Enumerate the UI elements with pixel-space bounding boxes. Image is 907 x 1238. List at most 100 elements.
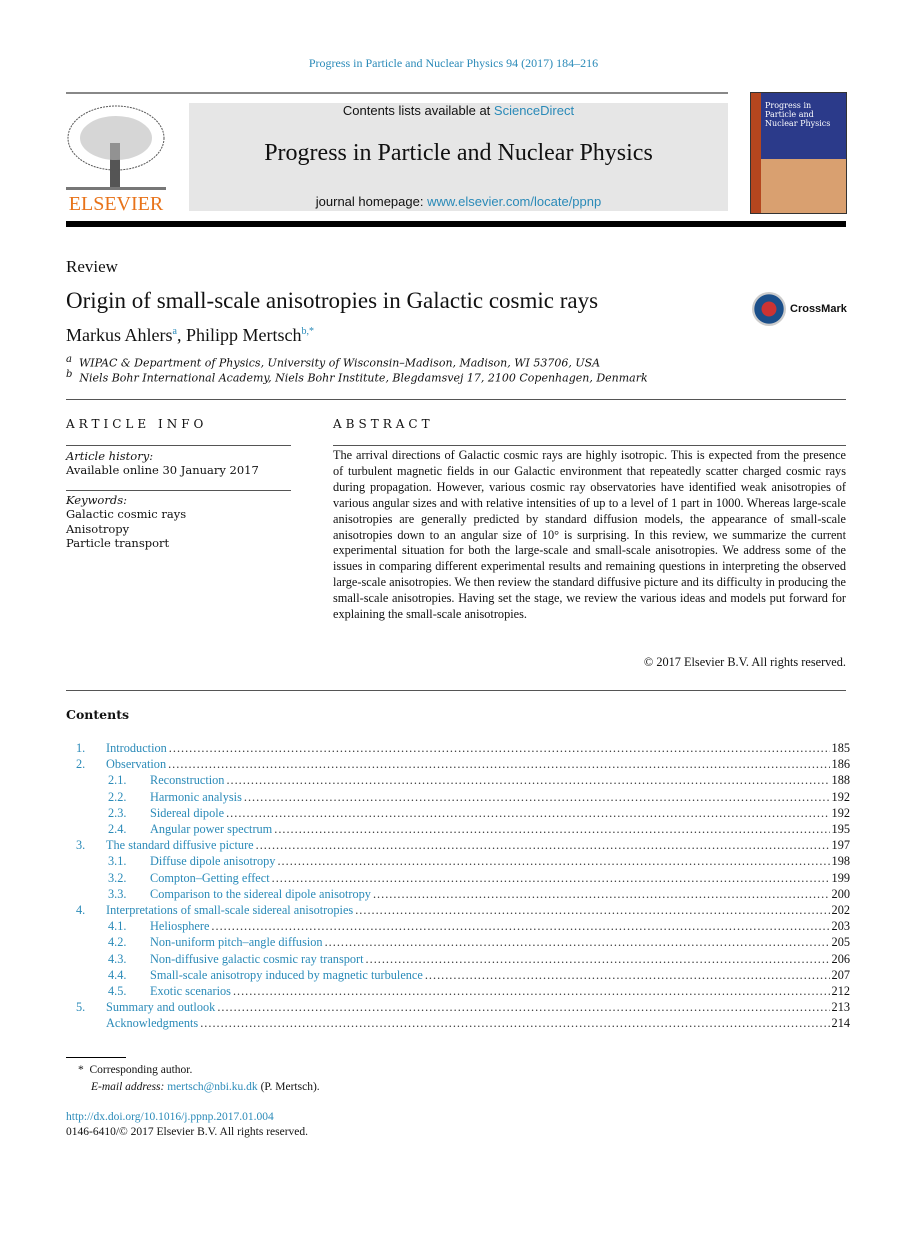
toc-number: 4.2. — [108, 935, 127, 950]
toc-title-link[interactable]: Acknowledgments — [106, 1016, 198, 1031]
toc-page: 192 — [831, 805, 850, 820]
doi-link[interactable]: http://dx.doi.org/10.1016/j.ppnp.2017.01… — [66, 1111, 274, 1123]
article-info-heading: ARTICLE INFO — [66, 417, 208, 431]
page: Progress in Particle and Nuclear Physics… — [0, 0, 907, 1238]
toc-title-link[interactable]: Diffuse dipole anisotropy — [150, 854, 275, 869]
toc-leader — [277, 854, 829, 869]
toc-entry[interactable]: 4.1. Heliosphere 203 — [66, 919, 850, 934]
author-affiliation-mark[interactable]: a — [173, 326, 177, 337]
toc-number: 2.2. — [108, 789, 127, 804]
footnote: * Corresponding author. — [78, 1064, 192, 1076]
toc-number: 3.3. — [108, 886, 127, 901]
toc-title-link[interactable]: Comparison to the sidereal dipole anisot… — [150, 887, 371, 902]
contents-label: Contents lists available at — [342, 103, 494, 118]
toc-entry[interactable]: 2. Observation 186 — [66, 757, 850, 772]
toc-number: 4.1. — [108, 919, 127, 934]
divider — [66, 92, 728, 94]
elsevier-logo[interactable]: ELSEVIER — [66, 103, 166, 215]
footnote-rule — [66, 1057, 126, 1058]
journal-cover[interactable]: Progress in Particle and Nuclear Physics — [750, 92, 847, 214]
toc-title-link[interactable]: Non-uniform pitch–angle diffusion — [150, 935, 323, 950]
elsevier-wordmark: ELSEVIER — [68, 193, 164, 215]
toc-page: 207 — [831, 967, 850, 982]
toc-title-link[interactable]: Small-scale anisotropy induced by magnet… — [150, 968, 423, 983]
toc-entry[interactable]: 2.1. Reconstruction 188 — [66, 773, 850, 788]
toc-number: 3. — [76, 838, 86, 853]
contents-heading: Contents — [66, 707, 130, 722]
toc-entry[interactable]: 2.4. Angular power spectrum 195 — [66, 822, 850, 837]
toc-entry[interactable]: 5. Summary and outlook 213 — [66, 1000, 850, 1015]
toc-title-link[interactable]: Sidereal dipole — [150, 806, 224, 821]
toc-title-link[interactable]: Reconstruction — [150, 773, 224, 788]
toc-title-link[interactable]: Introduction — [106, 741, 167, 756]
toc-leader — [272, 871, 830, 886]
affiliation-mark: a — [66, 354, 72, 365]
footnote-mark: * — [78, 1064, 84, 1076]
toc-leader — [226, 806, 829, 821]
author-name: Philipp Mertsch — [185, 325, 302, 345]
toc-title-link[interactable]: Compton–Getting effect — [150, 871, 270, 886]
toc-title-link[interactable]: Interpretations of small-scale sidereal … — [106, 903, 353, 918]
contents-availability: Contents lists available at ScienceDirec… — [189, 103, 728, 118]
journal-reference[interactable]: Progress in Particle and Nuclear Physics… — [0, 56, 907, 71]
toc-title-link[interactable]: Harmonic analysis — [150, 790, 242, 805]
divider — [66, 399, 846, 400]
toc-entry[interactable]: 4.4. Small-scale anisotropy induced by ma… — [66, 968, 850, 983]
keyword: Anisotropy — [66, 522, 130, 536]
toc-title-link[interactable]: Heliosphere — [150, 919, 209, 934]
toc-entry[interactable]: 3. The standard diffusive picture 197 — [66, 838, 850, 853]
toc-page: 185 — [831, 741, 850, 755]
toc-entry[interactable]: 4. Interpretations of small-scale siderea… — [66, 903, 850, 918]
toc-leader — [217, 1000, 829, 1015]
toc-number: 4.3. — [108, 951, 127, 966]
toc-leader — [244, 790, 830, 805]
toc-title-link[interactable]: Summary and outlook — [106, 1000, 215, 1015]
crossmark-button[interactable]: CrossMark — [752, 292, 847, 326]
toc-leader — [233, 984, 830, 999]
toc-number: 1. — [76, 741, 86, 755]
toc-number — [76, 1016, 106, 1031]
keyword: Galactic cosmic rays — [66, 507, 187, 521]
toc-entry[interactable]: 1. Introduction 185 — [66, 741, 850, 756]
toc-title-link[interactable]: Non-diffusive galactic cosmic ray transp… — [150, 952, 364, 967]
crossmark-label: CrossMark — [790, 303, 847, 315]
toc-leader — [256, 838, 830, 853]
toc-entry[interactable]: Acknowledgments 214 — [66, 1016, 850, 1031]
toc-entry[interactable]: 4.3. Non-diffusive galactic cosmic ray tr… — [66, 952, 850, 967]
toc-page: 186 — [831, 757, 850, 772]
issn-copyright: 0146-6410/© 2017 Elsevier B.V. All right… — [66, 1126, 309, 1138]
toc-title-link[interactable]: The standard diffusive picture — [106, 838, 254, 853]
toc-entry[interactable]: 2.2. Harmonic analysis 192 — [66, 790, 850, 805]
author-affiliation-mark[interactable]: b,* — [301, 326, 314, 337]
footnote-text: Corresponding author. — [89, 1064, 193, 1076]
tree-icon — [66, 105, 166, 190]
toc-number: 5. — [76, 1000, 86, 1015]
homepage-link[interactable]: www.elsevier.com/locate/ppnp — [427, 194, 601, 209]
toc-page: 205 — [831, 935, 850, 950]
article-type: Review — [66, 257, 118, 276]
header-rule — [66, 221, 846, 227]
toc-leader — [200, 1016, 829, 1031]
sciencedirect-link[interactable]: ScienceDirect — [494, 103, 574, 118]
toc-entry[interactable]: 4.2. Non-uniform pitch–angle diffusion 205 — [66, 935, 850, 950]
toc-number: 2.4. — [108, 822, 127, 836]
toc-title-link[interactable]: Angular power spectrum — [150, 822, 272, 837]
toc-entry[interactable]: 2.3. Sidereal dipole 192 — [66, 806, 850, 821]
toc-entry[interactable]: 4.5. Exotic scenarios 212 — [66, 984, 850, 999]
author-name: Markus Ahlers — [66, 325, 173, 345]
toc-number: 4. — [76, 903, 86, 917]
cover-title: Progress in Particle and Nuclear Physics — [765, 101, 831, 128]
toc-page: 198 — [831, 854, 850, 869]
toc-leader — [211, 919, 829, 934]
toc-title-link[interactable]: Exotic scenarios — [150, 984, 231, 999]
toc-leader — [168, 757, 829, 772]
toc-title-link[interactable]: Observation — [106, 757, 166, 772]
toc-page: 212 — [831, 984, 850, 998]
email-link[interactable]: mertsch@nbi.ku.dk — [167, 1081, 257, 1093]
toc-number: 2.3. — [108, 805, 127, 820]
toc-entry[interactable]: 3.2. Compton–Getting effect 199 — [66, 871, 850, 886]
toc-entry[interactable]: 3.3. Comparison to the sidereal dipole an… — [66, 887, 850, 902]
toc-leader — [325, 935, 830, 950]
article-title: Origin of small-scale anisotropies in Ga… — [66, 288, 599, 313]
toc-entry[interactable]: 3.1. Diffuse dipole anisotropy 198 — [66, 854, 850, 869]
